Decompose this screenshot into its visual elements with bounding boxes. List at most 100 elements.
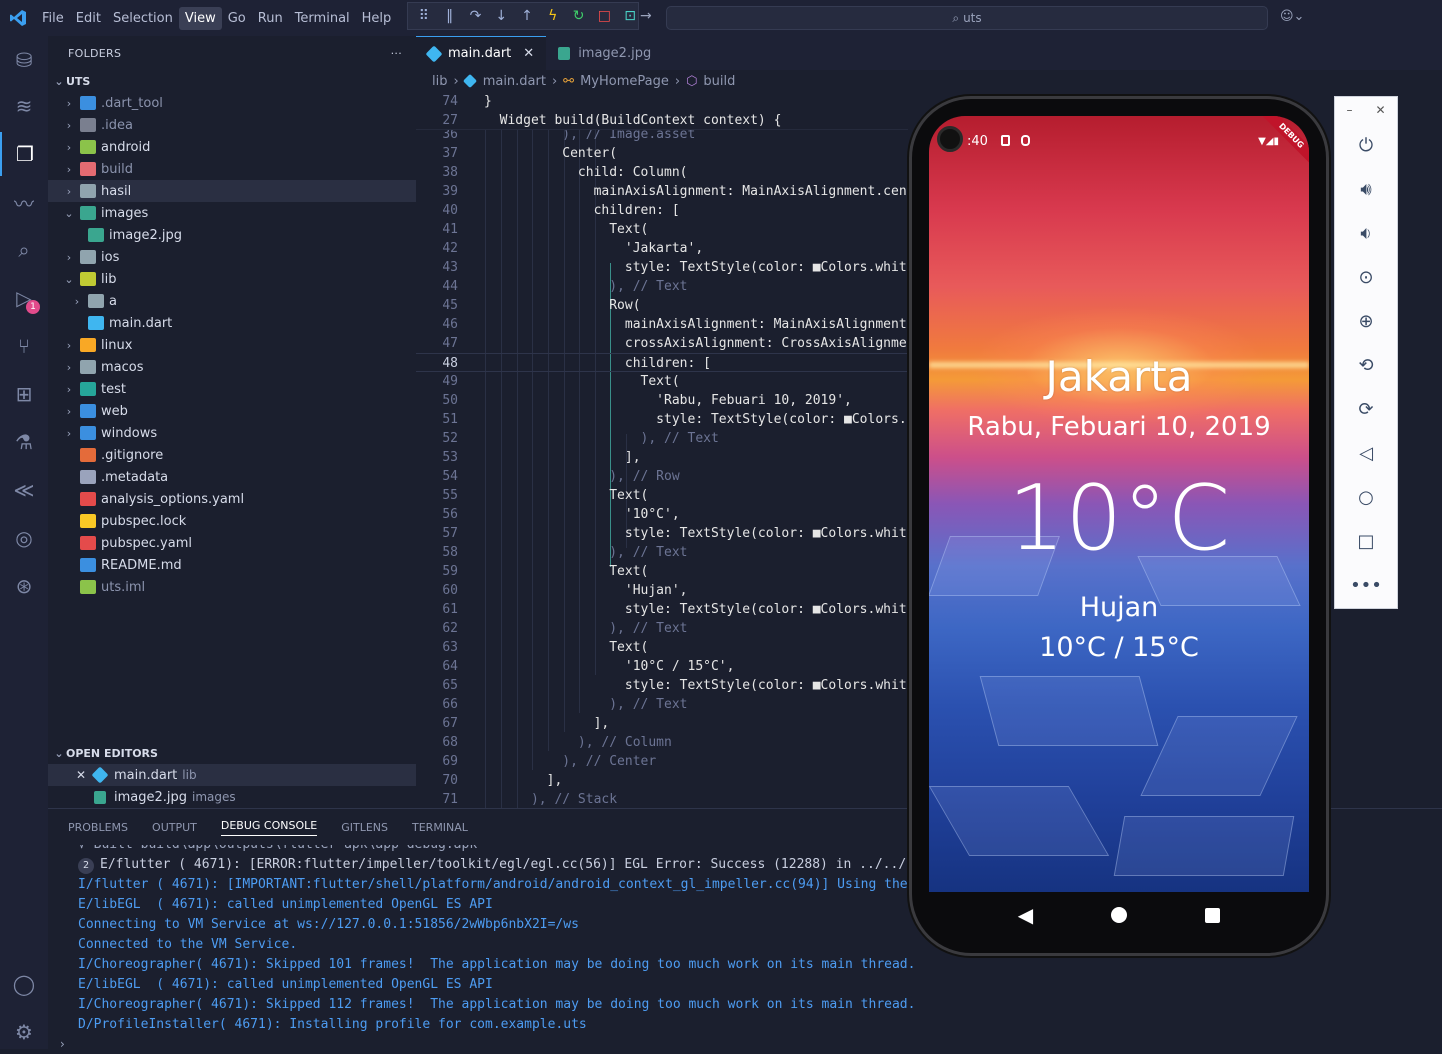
volume-down-icon[interactable]: 🔉︎	[1335, 211, 1397, 255]
menu-item-run[interactable]: Run	[252, 7, 289, 30]
overview-icon[interactable]: □	[1335, 519, 1397, 563]
zoom-icon[interactable]: ⊕	[1335, 299, 1397, 343]
menu-item-terminal[interactable]: Terminal	[289, 7, 356, 30]
more-actions-icon[interactable]: ···	[391, 47, 402, 60]
back-icon[interactable]: ◁	[1335, 431, 1397, 475]
panel-tab-output[interactable]: OUTPUT	[152, 821, 197, 834]
tree-item[interactable]: › web	[48, 400, 416, 422]
search-sidebar-icon[interactable]: ⌕	[0, 228, 48, 272]
testing-icon[interactable]: ⚗	[0, 420, 48, 464]
wave-icon[interactable]: 〰	[0, 180, 48, 224]
copilot-icon[interactable]: ☺⌄	[1280, 9, 1304, 24]
volume-up-icon[interactable]: 🔊︎	[1335, 167, 1397, 211]
forward-icon[interactable]: →	[640, 8, 652, 24]
tree-item[interactable]: › a	[48, 290, 416, 312]
tree-item[interactable]: › windows	[48, 422, 416, 444]
code-line: 45 Row(	[416, 296, 908, 315]
extensions-icon[interactable]: ⊞	[0, 372, 48, 416]
remote-icon[interactable]: ⊛	[0, 564, 48, 608]
hot-reload-icon[interactable]: ϟ	[545, 8, 561, 24]
tree-item[interactable]: › ios	[48, 246, 416, 268]
tree-item[interactable]: › android	[48, 136, 416, 158]
panel-tab-terminal[interactable]: TERMINAL	[412, 821, 468, 834]
tree-item[interactable]: main.dart	[48, 312, 416, 334]
open-editor-item[interactable]: image2.jpg images	[48, 786, 416, 808]
line-number: 64	[442, 659, 458, 674]
tab-main-dart[interactable]: main.dart ✕	[416, 36, 547, 70]
tree-item[interactable]: analysis_options.yaml	[48, 488, 416, 510]
tree-item[interactable]: pubspec.yaml	[48, 532, 416, 554]
tree-item-label: .idea	[101, 117, 133, 133]
breadcrumb-item-lib[interactable]: lib	[432, 74, 447, 89]
tree-item[interactable]: .gitignore	[48, 444, 416, 466]
code-editor[interactable]: 74} 27 Widget build(BuildContext context)…	[416, 92, 908, 808]
tree-item[interactable]: ⌄ lib	[48, 268, 416, 290]
nav-home-icon[interactable]	[1111, 907, 1128, 923]
menu-item-file[interactable]: File	[36, 7, 70, 30]
close-editor-icon[interactable]: ✕	[74, 768, 88, 782]
close-icon[interactable]: ✕	[1375, 103, 1385, 117]
menu-item-view[interactable]: View	[178, 6, 222, 30]
tree-item[interactable]: pubspec.lock	[48, 510, 416, 532]
tree-item[interactable]: › .dart_tool	[48, 92, 416, 114]
chevron-right-icon: ›	[674, 73, 681, 89]
inspect-icon[interactable]: ⊡	[622, 8, 638, 24]
tree-item[interactable]: › .idea	[48, 114, 416, 136]
settings-gear-icon[interactable]: ⚙	[0, 1010, 48, 1054]
home-icon[interactable]: ○	[1335, 475, 1397, 519]
menu-item-selection[interactable]: Selection	[107, 7, 179, 30]
pause-icon[interactable]: ‖	[442, 8, 458, 24]
source-control-icon[interactable]: ⑂	[0, 324, 48, 368]
gitlens-icon[interactable]: ◎	[0, 516, 48, 560]
power-icon[interactable]: ⏻	[1335, 123, 1397, 167]
step-over-icon[interactable]: ↷	[468, 8, 484, 24]
database-icon[interactable]: ⛁	[0, 38, 48, 82]
ice-shard	[929, 786, 1110, 856]
flutter-icon[interactable]: ≪	[0, 468, 48, 512]
code-text: ), // Text	[484, 697, 688, 712]
restart-icon[interactable]: ↻	[571, 8, 587, 24]
open-editor-item[interactable]: ✕ main.dart lib	[48, 764, 416, 786]
rotate-left-icon[interactable]: ⟲	[1335, 343, 1397, 387]
tree-item[interactable]: › build	[48, 158, 416, 180]
step-into-icon[interactable]: ↓	[493, 8, 509, 24]
more-icon[interactable]: •••	[1335, 563, 1397, 607]
breadcrumb-item-class[interactable]: MyHomePage	[580, 74, 669, 89]
menu-item-go[interactable]: Go	[222, 7, 252, 30]
run-debug-icon[interactable]: ▷ 1	[0, 276, 48, 320]
tree-item[interactable]: › test	[48, 378, 416, 400]
grip-icon[interactable]: ⠿	[416, 8, 432, 24]
tree-item[interactable]: › macos	[48, 356, 416, 378]
open-editors-header[interactable]: ⌄ OPEN EDITORS	[48, 742, 416, 764]
tree-item[interactable]: README.md	[48, 554, 416, 576]
close-tab-icon[interactable]: ✕	[523, 46, 534, 61]
step-out-icon[interactable]: ↑	[519, 8, 535, 24]
tab-image2-jpg[interactable]: image2.jpg	[546, 36, 663, 70]
menu-item-help[interactable]: Help	[356, 7, 398, 30]
account-icon[interactable]: ◯	[0, 962, 48, 1006]
breadcrumb-item-file[interactable]: main.dart	[483, 74, 546, 89]
tree-item[interactable]: ⌄ images	[48, 202, 416, 224]
panel-tab-debug-console[interactable]: DEBUG CONSOLE	[220, 819, 318, 836]
nav-back-icon[interactable]: ◀	[1018, 903, 1033, 927]
tree-item[interactable]: uts.iml	[48, 576, 416, 598]
screenshot-icon[interactable]: ⊙	[1335, 255, 1397, 299]
tree-item[interactable]: .metadata	[48, 466, 416, 488]
nav-recents-icon[interactable]	[1205, 907, 1221, 923]
tree-item[interactable]: › hasil	[48, 180, 416, 202]
menu-item-edit[interactable]: Edit	[70, 7, 107, 30]
command-center-search[interactable]: ⌕ uts	[666, 6, 1268, 30]
workspace-root[interactable]: ⌄ UTS	[48, 70, 416, 92]
rotate-right-icon[interactable]: ⟳	[1335, 387, 1397, 431]
panel-tab-problems[interactable]: PROBLEMS	[68, 821, 128, 834]
tree-item[interactable]: image2.jpg	[48, 224, 416, 246]
explorer-icon[interactable]: ❐	[0, 132, 48, 176]
layers-icon[interactable]: ≋	[0, 84, 48, 128]
minimize-icon[interactable]: –	[1346, 103, 1352, 117]
panel-tab-gitlens[interactable]: GITLENS	[341, 821, 388, 834]
stop-icon[interactable]: □	[596, 8, 612, 24]
breadcrumb-item-method[interactable]: build	[703, 74, 735, 89]
tree-item[interactable]: › linux	[48, 334, 416, 356]
file-icon	[80, 514, 96, 528]
phone-screen[interactable]: :40 ▼◢▮ DEBUG Jakarta Rabu, Febuari 10, …	[929, 116, 1309, 892]
